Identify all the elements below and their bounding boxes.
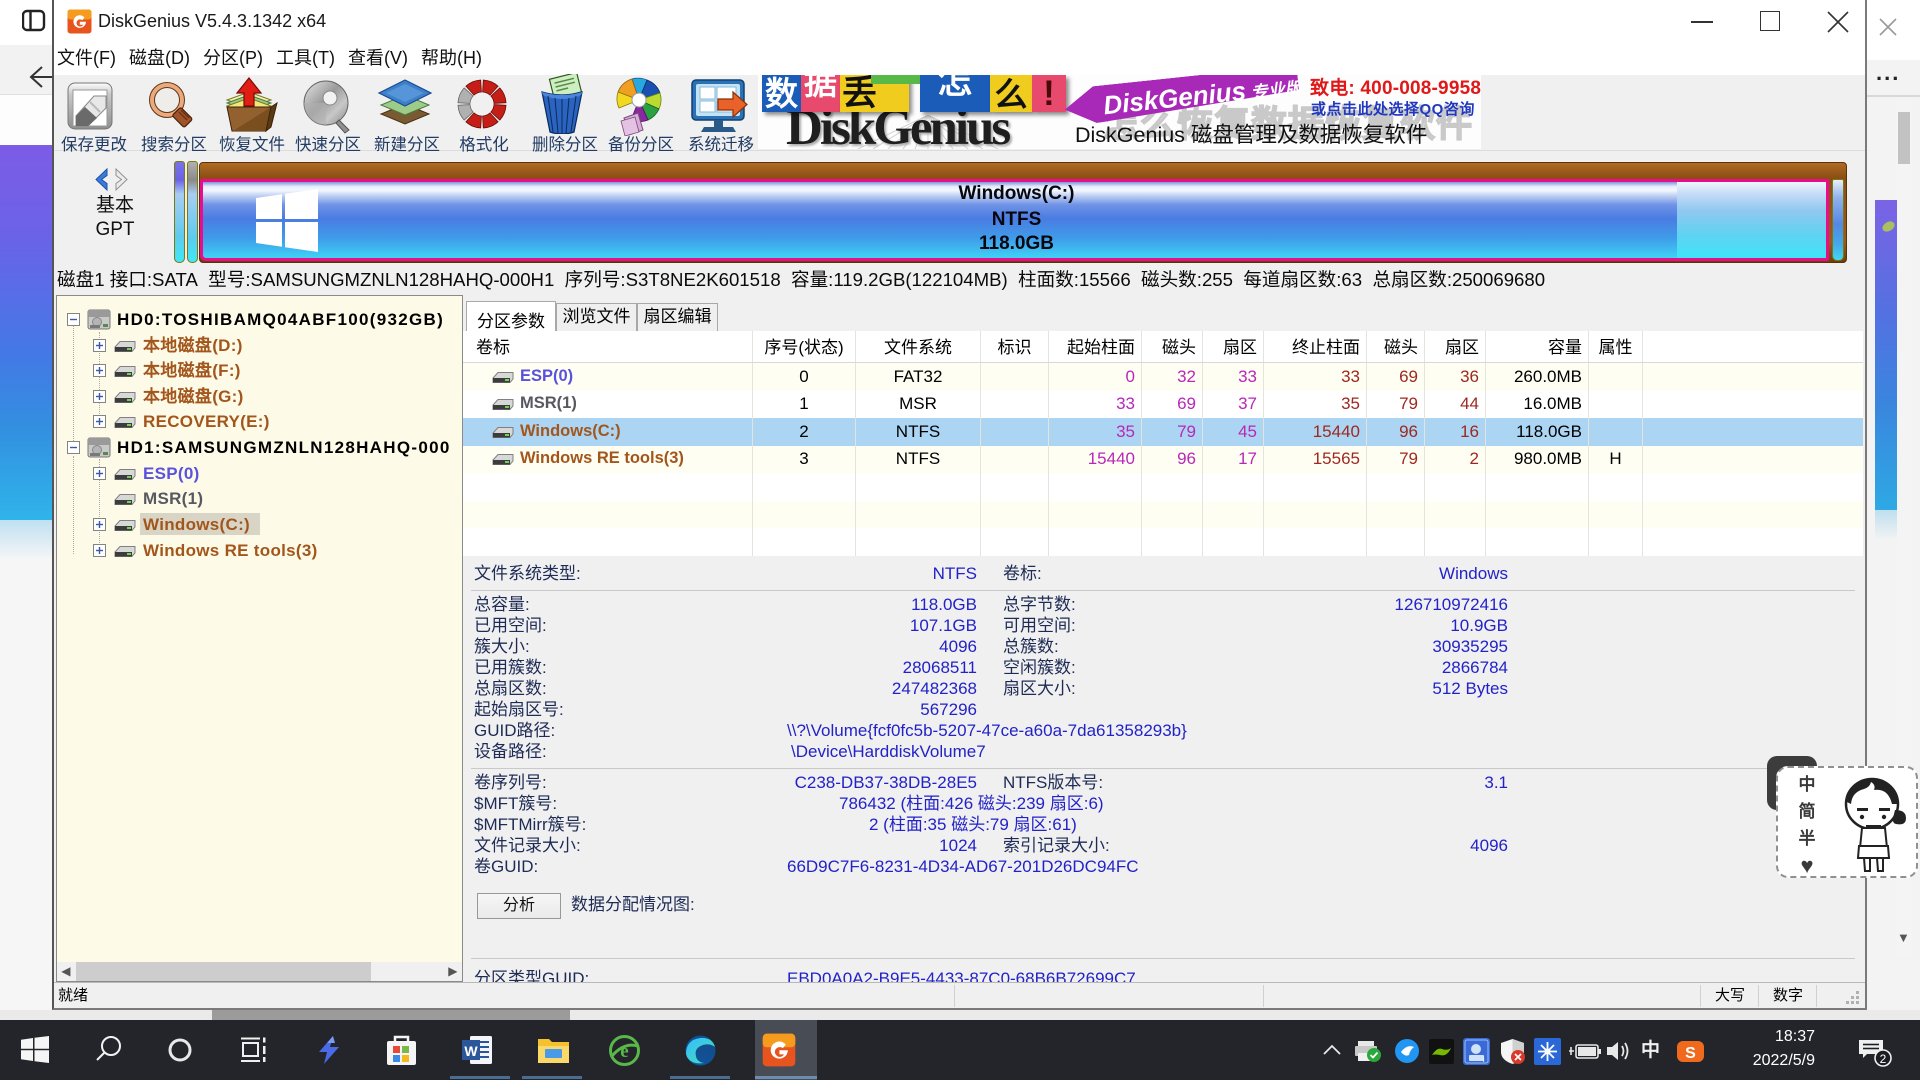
svg-text:W: W [464,1043,478,1059]
svg-text:S: S [1685,1045,1696,1062]
svg-text:2: 2 [1880,1052,1887,1066]
svg-text:e: e [620,1041,628,1062]
